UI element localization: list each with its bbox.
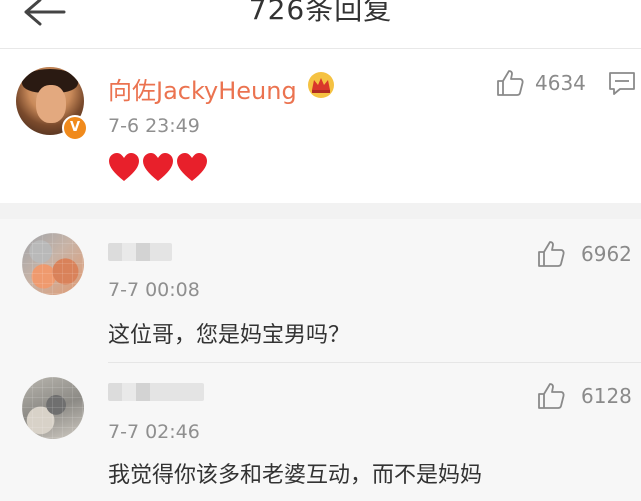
heart-icon [143, 153, 173, 181]
heart-icon [177, 153, 207, 181]
comment-like-count: 6128 [581, 384, 632, 408]
comment-icon[interactable] [608, 71, 636, 97]
commenter-avatar[interactable] [22, 233, 84, 295]
commenter-avatar[interactable] [22, 377, 84, 439]
original-post: V 向佐JackyHeung 7-6 23:49 4634 [0, 49, 641, 203]
author-name[interactable]: 向佐JackyHeung [108, 71, 297, 106]
commenter-name-redacted [108, 383, 204, 401]
comment-like-count: 6962 [581, 242, 632, 266]
crown-icon [308, 72, 334, 98]
comment-text: 这位哥，您是妈宝男吗？ [108, 323, 351, 348]
page-title: 726条回复 [248, 0, 393, 26]
heart-icon [109, 153, 139, 181]
section-gap [0, 203, 641, 219]
comment-time: 7-7 02:46 [108, 421, 200, 443]
thumbs-up-icon[interactable] [536, 381, 566, 411]
post-time: 7-6 23:49 [108, 115, 200, 137]
reply-page: 726条回复 V 向佐JackyHeung 7-6 23:49 4634 7-7… [0, 0, 641, 501]
comment-item[interactable]: 7-7 02:46 我觉得你该多和老婆互动，而不是妈妈 6128 [0, 363, 641, 501]
top-bar: 726条回复 [0, 0, 641, 48]
post-content [108, 153, 208, 185]
post-like-count: 4634 [535, 71, 586, 95]
commenter-name-redacted [108, 243, 172, 261]
comment-item[interactable]: 7-7 00:08 这位哥，您是妈宝男吗？ 6962 [0, 219, 641, 363]
verified-badge: V [62, 115, 88, 141]
thumbs-up-icon[interactable] [536, 239, 566, 269]
comment-time: 7-7 00:08 [108, 279, 200, 301]
comment-text: 我觉得你该多和老婆互动，而不是妈妈 [108, 463, 483, 488]
thumbs-up-icon[interactable] [495, 68, 525, 98]
